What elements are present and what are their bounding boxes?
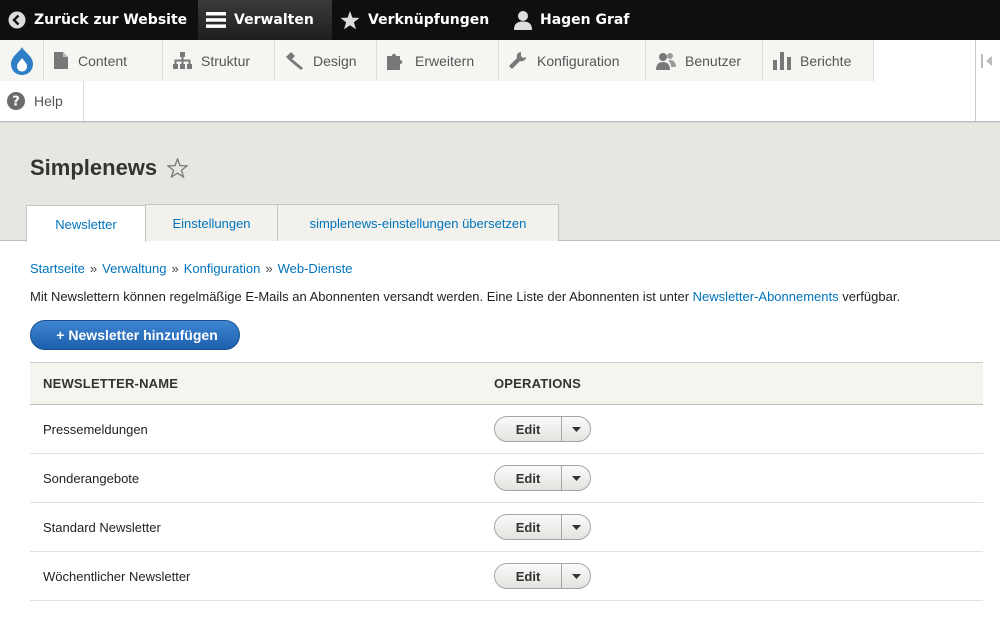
menu-struktur[interactable]: Struktur — [163, 40, 275, 81]
add-newsletter-label: Newsletter hinzufügen — [68, 327, 218, 343]
edit-button[interactable]: Edit — [495, 417, 562, 441]
tab-translate-settings[interactable]: simplenews-einstellungen übersetzen — [277, 204, 559, 241]
dropbutton-toggle[interactable] — [562, 564, 590, 588]
tab-newsletter[interactable]: Newsletter — [26, 205, 146, 242]
shortcut-star-icon[interactable] — [167, 158, 189, 178]
menu-konfiguration-label: Konfiguration — [537, 52, 620, 69]
add-newsletter-plus: + — [56, 327, 65, 343]
menu-content-label: Content — [78, 52, 128, 69]
operations-dropbutton: Edit — [494, 563, 591, 589]
newsletter-name: Standard Newsletter — [43, 519, 161, 535]
dropbutton-toggle[interactable] — [562, 515, 590, 539]
hamburger-icon — [206, 12, 226, 28]
page-description: Mit Newslettern können regelmäßige E-Mai… — [30, 289, 900, 304]
caret-down-icon — [571, 524, 581, 530]
breadcrumb-link-startseite[interactable]: Startseite — [30, 261, 85, 276]
page-icon — [54, 52, 68, 69]
caret-down-icon — [571, 426, 581, 432]
newsletter-name: Pressemeldungen — [43, 421, 148, 437]
people-icon — [656, 52, 676, 70]
chevron-left-circle-icon — [8, 11, 26, 29]
edit-button[interactable]: Edit — [495, 564, 562, 588]
subscriptions-link[interactable]: Newsletter-Abonnements — [693, 289, 839, 304]
manage-tab[interactable]: Verwalten — [198, 0, 332, 40]
operations-dropbutton: Edit — [494, 514, 591, 540]
sitemap-icon — [173, 52, 192, 69]
menu-help-label: Help — [34, 93, 63, 109]
caret-down-icon — [571, 475, 581, 481]
dropbutton-toggle[interactable] — [562, 466, 590, 490]
back-to-site-link[interactable]: Zurück zur Website — [0, 0, 198, 40]
bar-chart-icon — [773, 51, 791, 70]
menu-help[interactable]: ? Help — [0, 81, 84, 121]
primary-tabs: Newsletter Einstellungen simplenews-eins… — [26, 204, 559, 242]
paintbrush-icon — [286, 51, 303, 70]
shortcuts-tab[interactable]: Verknüpfungen — [332, 0, 502, 40]
menu-erweitern-label: Erweitern — [415, 52, 475, 69]
caret-down-icon — [571, 573, 581, 579]
page-header: Simplenews Newsletter Einstellungen simp… — [0, 123, 1000, 242]
newsletter-name: Wöchentlicher Newsletter — [43, 568, 191, 584]
breadcrumb: Startseite » Verwaltung » Konfiguration » Web-… — [30, 261, 352, 276]
table-row: Sonderangebote Edit — [30, 454, 983, 503]
breadcrumb-separator: » — [171, 261, 179, 276]
add-newsletter-button[interactable]: + Newsletter hinzufügen — [30, 320, 240, 350]
admin-tray: Content Struktur Design Erweitern Konfig… — [0, 40, 1000, 122]
menu-berichte[interactable]: Berichte — [763, 40, 874, 81]
menu-benutzer[interactable]: Benutzer — [646, 40, 763, 81]
user-label: Hagen Graf — [540, 12, 630, 28]
back-to-site-label: Zurück zur Website — [34, 12, 188, 28]
table-row: Standard Newsletter Edit — [30, 503, 983, 552]
user-icon — [514, 11, 532, 30]
edit-button[interactable]: Edit — [495, 466, 562, 490]
question-circle-icon: ? — [7, 92, 25, 110]
table-row: Wöchentlicher Newsletter Edit — [30, 552, 983, 601]
breadcrumb-link-verwaltung[interactable]: Verwaltung — [102, 261, 166, 276]
breadcrumb-separator: » — [265, 261, 273, 276]
table-header: NEWSLETTER-NAME OPERATIONS — [30, 362, 983, 405]
dropbutton-toggle[interactable] — [562, 417, 590, 441]
star-filled-icon — [340, 10, 360, 29]
newsletter-name: Sonderangebote — [43, 470, 140, 486]
manage-label: Verwalten — [234, 12, 314, 28]
breadcrumb-link-konfiguration[interactable]: Konfiguration — [184, 261, 261, 276]
newsletter-table: NEWSLETTER-NAME OPERATIONS Pressemeldung… — [30, 362, 983, 601]
svg-text:?: ? — [12, 95, 20, 110]
menu-benutzer-label: Benutzer — [685, 52, 742, 69]
puzzle-icon — [387, 53, 403, 70]
menu-design-label: Design — [313, 52, 357, 69]
breadcrumb-link-web-dienste[interactable]: Web-Dienste — [278, 261, 353, 276]
column-header-operations: OPERATIONS — [494, 376, 581, 391]
menu-struktur-label: Struktur — [201, 52, 251, 69]
tab-einstellungen[interactable]: Einstellungen — [145, 204, 278, 241]
wrench-icon — [509, 51, 526, 69]
operations-dropbutton: Edit — [494, 416, 591, 442]
shortcuts-label: Verknüpfungen — [368, 12, 490, 28]
drupal-drop-icon — [10, 46, 33, 75]
menu-berichte-label: Berichte — [800, 52, 852, 69]
menu-erweitern[interactable]: Erweitern — [377, 40, 499, 81]
admin-toolbar: Zurück zur Website Verwalten Verknüpfung… — [0, 0, 1000, 40]
admin-menu-secondary: ? Help — [0, 81, 84, 121]
description-text-before: Mit Newslettern können regelmäßige E-Mai… — [30, 289, 693, 304]
operations-dropbutton: Edit — [494, 465, 591, 491]
description-text-after: verfügbar. — [838, 289, 901, 304]
menu-design[interactable]: Design — [275, 40, 377, 81]
drupal-logo[interactable] — [0, 40, 44, 81]
page-title: Simplenews — [30, 155, 158, 180]
menu-konfiguration[interactable]: Konfiguration — [499, 40, 646, 81]
tray-orientation-toggle[interactable] — [975, 40, 1000, 121]
edit-button[interactable]: Edit — [495, 515, 562, 539]
table-row: Pressemeldungen Edit — [30, 405, 983, 454]
orientation-toggle-icon — [981, 54, 992, 68]
admin-menu: Content Struktur Design Erweitern Konfig… — [0, 40, 874, 81]
menu-content[interactable]: Content — [44, 40, 163, 81]
column-header-name: NEWSLETTER-NAME — [43, 376, 179, 391]
page-title-wrap: Simplenews — [30, 155, 189, 181]
breadcrumb-separator: » — [89, 261, 98, 276]
user-tab[interactable]: Hagen Graf — [506, 0, 646, 40]
